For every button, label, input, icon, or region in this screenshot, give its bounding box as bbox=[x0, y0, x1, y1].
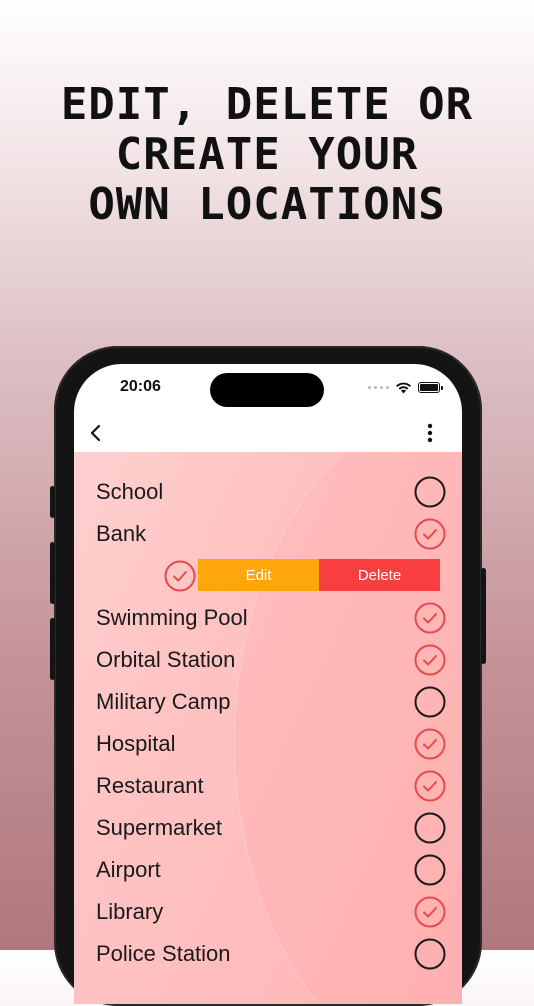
location-toggle[interactable] bbox=[414, 938, 446, 970]
unchecked-circle-icon bbox=[414, 476, 446, 508]
checked-circle-icon bbox=[414, 518, 446, 550]
location-row[interactable]: Supermarket bbox=[96, 807, 446, 849]
volume-up-button bbox=[50, 542, 55, 604]
checked-circle-icon bbox=[414, 644, 446, 676]
location-row[interactable]: Hospital bbox=[96, 723, 446, 765]
location-row[interactable]: Bank bbox=[96, 513, 446, 555]
location-label: School bbox=[96, 479, 164, 504]
edit-button[interactable]: Edit bbox=[198, 559, 319, 591]
swiped-location-row[interactable]: Edit Delete bbox=[74, 555, 462, 597]
checked-circle-icon bbox=[414, 728, 446, 760]
location-toggle[interactable] bbox=[414, 602, 446, 634]
location-label: Library bbox=[96, 899, 164, 924]
phone-frame: 20:06 School Bank Edit Delete Swimming P… bbox=[50, 346, 486, 1006]
location-label: Airport bbox=[96, 857, 161, 882]
location-label: Supermarket bbox=[96, 815, 222, 840]
wifi-icon bbox=[396, 382, 411, 393]
location-label: Hospital bbox=[96, 731, 176, 756]
location-toggle[interactable] bbox=[164, 560, 196, 592]
location-toggle[interactable] bbox=[414, 896, 446, 928]
location-toggle[interactable] bbox=[414, 812, 446, 844]
location-label: Restaurant bbox=[96, 773, 204, 798]
location-row[interactable]: School bbox=[96, 471, 446, 513]
phone-screen: 20:06 School Bank Edit Delete Swimming P… bbox=[74, 364, 462, 1004]
location-row[interactable]: Library bbox=[96, 891, 446, 933]
headline-line-1: EDIT, DELETE OR bbox=[60, 79, 474, 130]
power-button bbox=[481, 568, 486, 664]
locations-list: School Bank Edit Delete Swimming Pool Orbital… bbox=[74, 452, 462, 1004]
volume-down-button bbox=[50, 618, 55, 680]
delete-button[interactable]: Delete bbox=[319, 559, 440, 591]
location-toggle[interactable] bbox=[414, 686, 446, 718]
unchecked-circle-icon bbox=[414, 854, 446, 886]
nav-bar bbox=[74, 414, 462, 452]
location-toggle[interactable] bbox=[414, 854, 446, 886]
status-icons bbox=[368, 380, 443, 394]
battery-icon bbox=[418, 381, 443, 393]
status-bar: 20:06 bbox=[74, 364, 462, 414]
location-label: Orbital Station bbox=[96, 647, 236, 672]
headline-line-2: CREATE YOUR bbox=[115, 129, 419, 180]
mute-switch bbox=[50, 486, 55, 518]
location-label: Bank bbox=[96, 521, 147, 546]
location-row[interactable]: Orbital Station bbox=[96, 639, 446, 681]
location-label: Swimming Pool bbox=[96, 605, 248, 630]
unchecked-circle-icon bbox=[414, 686, 446, 718]
location-toggle[interactable] bbox=[414, 728, 446, 760]
headline: EDIT, DELETE OR CREATE YOUR OWN LOCATION… bbox=[0, 80, 534, 230]
unchecked-circle-icon bbox=[414, 812, 446, 844]
signal-dots-icon bbox=[368, 385, 389, 389]
more-vertical-icon bbox=[427, 423, 433, 443]
dynamic-island bbox=[210, 373, 324, 407]
location-toggle[interactable] bbox=[414, 476, 446, 508]
location-row[interactable]: Military Camp bbox=[96, 681, 446, 723]
location-row[interactable]: Airport bbox=[96, 849, 446, 891]
back-button[interactable] bbox=[82, 418, 110, 448]
unchecked-circle-icon bbox=[414, 938, 446, 970]
location-row[interactable]: Police Station bbox=[96, 933, 446, 975]
checked-circle-icon bbox=[414, 896, 446, 928]
location-label: Military Camp bbox=[96, 689, 231, 714]
location-row[interactable]: Swimming Pool bbox=[96, 597, 446, 639]
checked-circle-icon bbox=[414, 602, 446, 634]
checked-circle-icon bbox=[414, 770, 446, 802]
location-label: Police Station bbox=[96, 941, 231, 966]
headline-line-3: OWN LOCATIONS bbox=[88, 179, 446, 230]
location-row[interactable]: Restaurant bbox=[96, 765, 446, 807]
chevron-left-icon bbox=[90, 424, 101, 442]
status-time: 20:06 bbox=[120, 378, 161, 395]
location-toggle[interactable] bbox=[414, 518, 446, 550]
more-menu-button[interactable] bbox=[418, 418, 442, 448]
location-toggle[interactable] bbox=[414, 644, 446, 676]
location-toggle[interactable] bbox=[414, 770, 446, 802]
checked-circle-icon bbox=[164, 560, 196, 592]
